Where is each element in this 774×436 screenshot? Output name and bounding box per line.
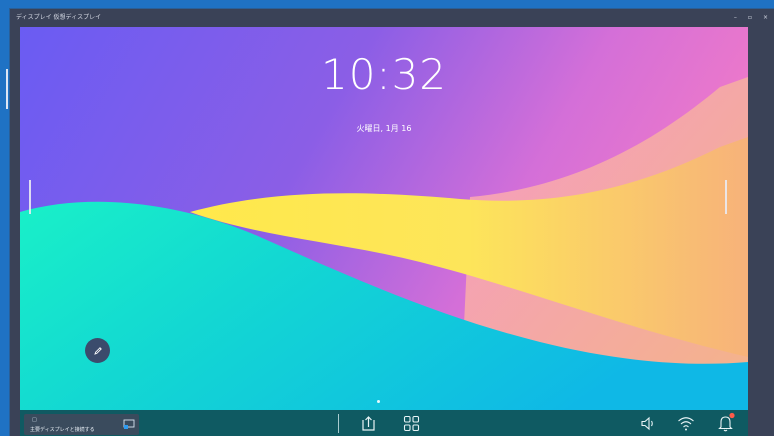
taskbar-divider: [338, 414, 339, 433]
window-title: ディスプレイ 仮想ディスプレイ: [16, 14, 102, 21]
close-button[interactable]: ×: [763, 9, 768, 26]
device-screen[interactable]: 10:32 火曜日, 1月 16: [20, 27, 748, 410]
background-window-edge: [0, 69, 8, 109]
title-bar: ディスプレイ 仮想ディスプレイ – ▫ ×: [10, 9, 774, 26]
maximize-button[interactable]: ▫: [748, 9, 752, 26]
minimize-button[interactable]: –: [734, 9, 737, 26]
page-indicator: [377, 400, 380, 403]
pencil-icon: [93, 346, 102, 355]
cast-icon: [123, 419, 135, 429]
right-edge-handle[interactable]: [725, 180, 727, 214]
lockscreen-time: 10:32: [320, 50, 448, 99]
upload-icon[interactable]: [360, 415, 377, 432]
lockscreen-date: 火曜日, 1月 16: [356, 124, 412, 133]
cast-label: 主要ディスプレイと接続する: [30, 427, 95, 433]
taskbar: □ 主要ディスプレイと接続する: [20, 410, 748, 436]
volume-icon[interactable]: [640, 415, 657, 432]
apps-grid-icon[interactable]: [403, 415, 420, 432]
notification-dot: [729, 412, 735, 419]
cast-to-display-button[interactable]: □ 主要ディスプレイと接続する: [24, 414, 139, 435]
window-controls: – ▫ ×: [734, 9, 768, 26]
wifi-icon[interactable]: [677, 415, 695, 432]
pen-button[interactable]: [85, 338, 110, 363]
left-edge-handle[interactable]: [29, 180, 31, 214]
bell-icon[interactable]: [716, 412, 736, 432]
cast-small-icon: □: [32, 417, 37, 423]
